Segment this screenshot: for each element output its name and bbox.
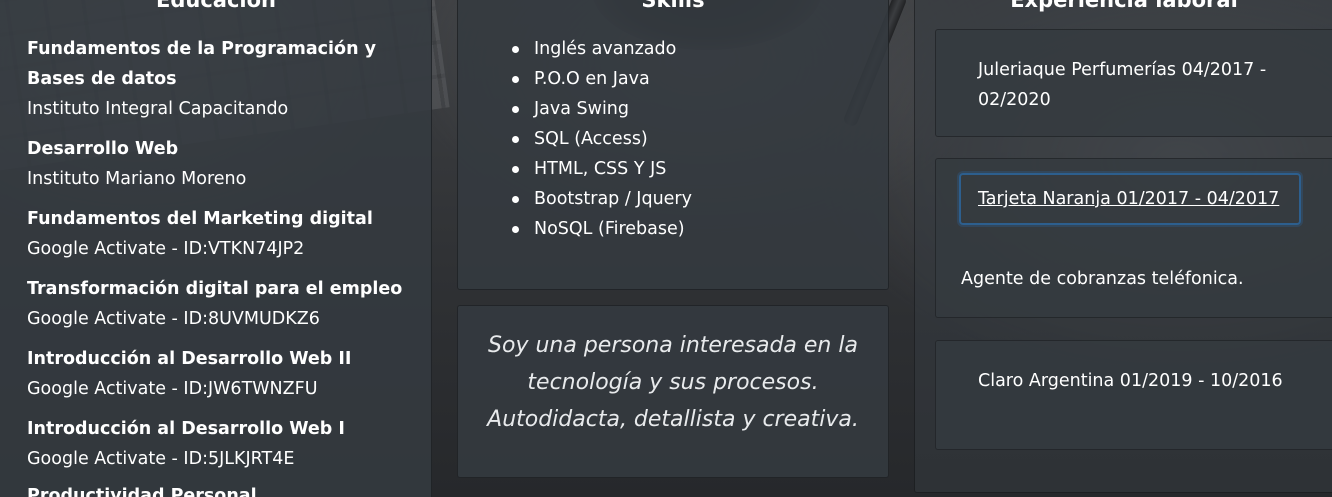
experience-card[interactable]: Juleriaque Perfumerías 04/2017 - 02/2020 bbox=[935, 29, 1332, 137]
skill-item: P.O.O en Java bbox=[509, 64, 692, 94]
education-course: Fundamentos de la Programación y Bases d… bbox=[27, 39, 377, 89]
skill-item: SQL (Access) bbox=[509, 124, 692, 154]
experience-job-link-label: Tarjeta Naranja 01/2017 - 04/2017 bbox=[978, 189, 1280, 209]
education-course: Introducción al Desarrollo Web I bbox=[27, 419, 345, 439]
education-institution: Google Activate - ID:8UVMUDKZ6 bbox=[27, 309, 320, 329]
education-course: Transformación digital para el empleo bbox=[27, 279, 403, 299]
education-course: Productividad Personal bbox=[27, 486, 257, 497]
skills-list: Inglés avanzado P.O.O en Java Java Swing… bbox=[509, 34, 692, 244]
education-item: Desarrollo Web Instituto Mariano Moreno bbox=[27, 134, 422, 194]
education-title: Educación bbox=[156, 0, 276, 12]
skill-item: NoSQL (Firebase) bbox=[509, 214, 692, 244]
bullet-icon bbox=[512, 226, 519, 233]
bullet-icon bbox=[512, 166, 519, 173]
bullet-icon bbox=[512, 196, 519, 203]
skills-title: Skills bbox=[641, 0, 705, 12]
education-item: Introducción al Desarrollo Web I Google … bbox=[27, 414, 422, 474]
skill-item: Bootstrap / Jquery bbox=[509, 184, 692, 214]
experience-job-label: Claro Argentina 01/2019 - 10/2016 bbox=[978, 371, 1283, 391]
experience-card[interactable]: Claro Argentina 01/2019 - 10/2016 bbox=[935, 340, 1332, 450]
education-institution: Google Activate - ID:VTKN74JP2 bbox=[27, 239, 305, 259]
about-text: Soy una persona interesada en la tecnolo… bbox=[487, 333, 859, 432]
experience-job-link[interactable]: Tarjeta Naranja 01/2017 - 04/2017 bbox=[959, 173, 1301, 225]
education-item: Introducción al Desarrollo Web II Google… bbox=[27, 344, 422, 404]
bullet-icon bbox=[512, 76, 519, 83]
education-institution: Google Activate - ID:5JLKJRT4E bbox=[27, 449, 295, 469]
education-course: Introducción al Desarrollo Web II bbox=[27, 349, 352, 369]
education-institution: Google Activate - ID:JW6TWNZFU bbox=[27, 379, 318, 399]
education-item: Transformación digital para el empleo Go… bbox=[27, 274, 422, 334]
education-course: Desarrollo Web bbox=[27, 139, 179, 159]
education-institution: Instituto Mariano Moreno bbox=[27, 169, 247, 189]
education-course: Fundamentos del Marketing digital bbox=[27, 209, 373, 229]
education-item: Productividad Personal bbox=[27, 481, 422, 497]
bullet-icon bbox=[512, 106, 519, 113]
education-item: Fundamentos de la Programación y Bases d… bbox=[27, 34, 422, 124]
experience-job-label: Juleriaque Perfumerías 04/2017 - 02/2020 bbox=[978, 60, 1267, 110]
experience-job-description: Agente de cobranzas teléfonica. bbox=[961, 269, 1244, 289]
education-institution: Instituto Integral Capacitando bbox=[27, 99, 289, 119]
skill-item: Java Swing bbox=[509, 94, 692, 124]
bullet-icon bbox=[512, 46, 519, 53]
education-item: Fundamentos del Marketing digital Google… bbox=[27, 204, 422, 264]
skill-item: HTML, CSS Y JS bbox=[509, 154, 692, 184]
experience-title: Experiencia laboral bbox=[1010, 0, 1238, 12]
bullet-icon bbox=[512, 136, 519, 143]
skill-item: Inglés avanzado bbox=[509, 34, 692, 64]
